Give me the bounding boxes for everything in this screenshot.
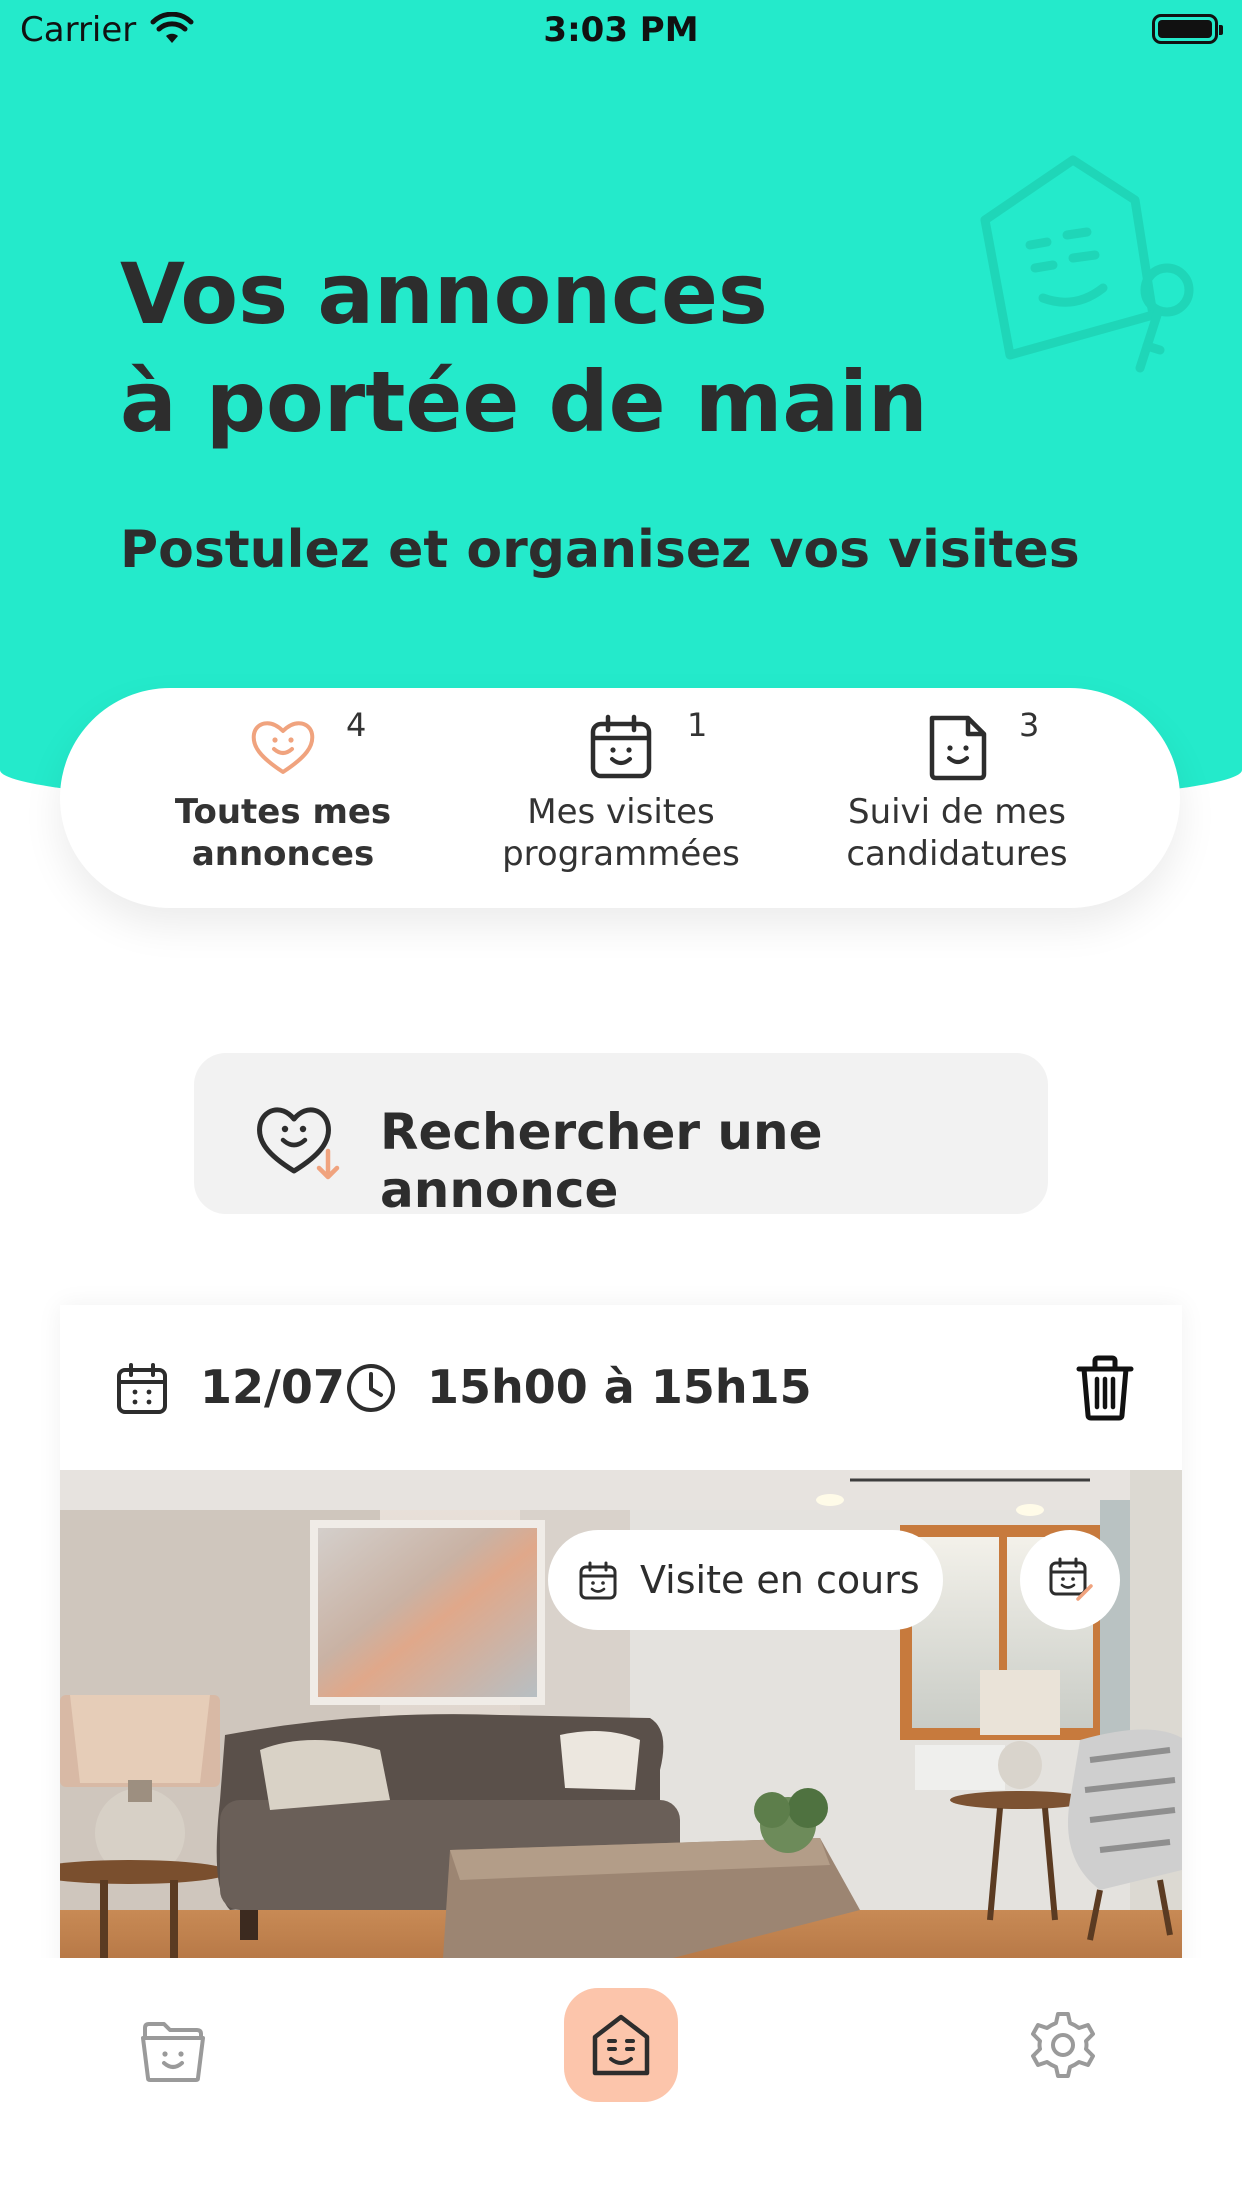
- battery-icon: [1152, 14, 1223, 44]
- home-nav-button[interactable]: [564, 1988, 678, 2102]
- tab-scheduled-visits[interactable]: 1 Mes visites programmées: [471, 688, 771, 908]
- tab-label: Suivi de mes candidatures: [846, 792, 1068, 874]
- tab-count: 1: [687, 706, 708, 744]
- tab-applications[interactable]: 3 Suivi de mes candidatures: [807, 688, 1107, 908]
- search-listing-label: Rechercher une annonce: [380, 1103, 823, 1219]
- heart-download-icon: [254, 1093, 346, 1185]
- trash-icon[interactable]: [1075, 1355, 1135, 1425]
- home-smile-icon: [592, 2014, 650, 2076]
- clock-icon: [345, 1362, 397, 1418]
- status-bar: Carrier 3:03 PM: [0, 0, 1242, 62]
- visit-card-header: 12/07 15h00 à 15h15: [60, 1305, 1182, 1470]
- house-key-illustration: [955, 150, 1205, 384]
- search-listing-button[interactable]: Rechercher une annonce: [194, 1053, 1048, 1219]
- visit-card[interactable]: 12/07 15h00 à 15h15: [60, 1305, 1182, 2005]
- listing-tabs: 4 Toutes mes annonces 1 Mes visites prog…: [60, 688, 1180, 908]
- folder-smile-icon[interactable]: [140, 2018, 206, 2088]
- calendar-icon: [578, 1560, 618, 1604]
- visit-status-pill: Visite en cours: [548, 1530, 943, 1630]
- visit-date: 12/07: [200, 1360, 345, 1414]
- page-subtitle: Postulez et organisez vos visites: [120, 520, 1080, 580]
- tab-count: 4: [346, 706, 367, 744]
- tab-label: Toutes mes annonces: [174, 792, 392, 874]
- edit-visit-button[interactable]: [1020, 1530, 1120, 1630]
- page-title: Vos annonces à portée de main: [120, 240, 928, 456]
- tab-label: Mes visites programmées: [502, 792, 740, 874]
- document-smile-icon: [922, 712, 992, 782]
- visit-status-label: Visite en cours: [640, 1558, 920, 1602]
- visit-time: 15h00 à 15h15: [427, 1360, 812, 1414]
- calendar-icon: [116, 1362, 168, 1418]
- heart-smile-icon: [248, 712, 318, 782]
- calendar-edit-icon: [1049, 1557, 1093, 1601]
- bottom-navigation: [0, 1958, 1242, 2208]
- tab-count: 3: [1019, 706, 1040, 744]
- gear-icon[interactable]: [1028, 2010, 1098, 2084]
- status-time: 3:03 PM: [543, 10, 699, 50]
- tab-all-listings[interactable]: 4 Toutes mes annonces: [133, 688, 433, 908]
- title-line-1: Vos annonces: [120, 245, 768, 343]
- calendar-smile-icon: [586, 712, 656, 782]
- title-line-2: à portée de main: [120, 353, 928, 451]
